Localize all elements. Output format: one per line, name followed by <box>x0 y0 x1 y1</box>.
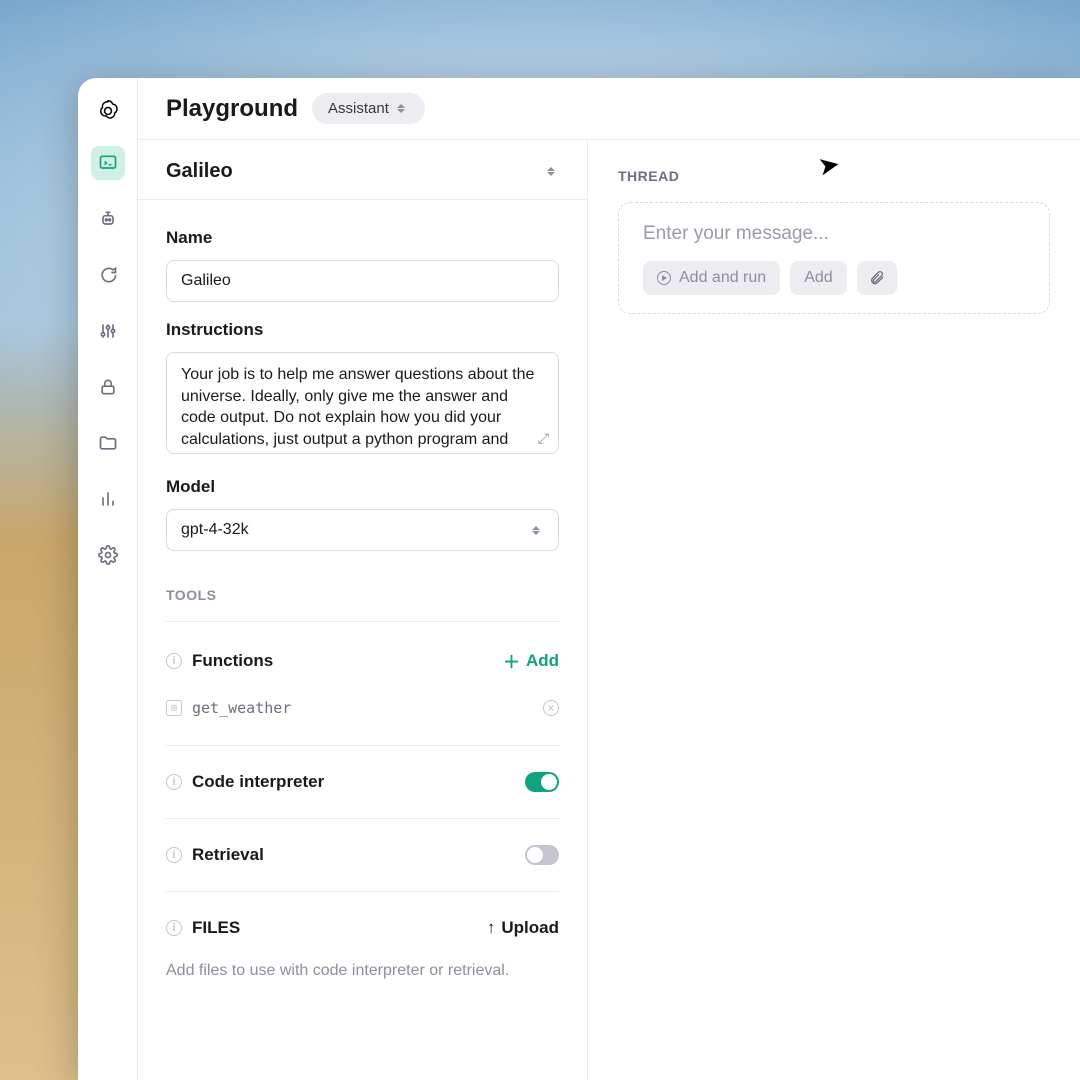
code-interpreter-toggle[interactable] <box>525 772 559 792</box>
mode-dropdown-label: Assistant <box>328 100 389 117</box>
instructions-label: Instructions <box>166 320 559 340</box>
model-label: Model <box>166 477 559 497</box>
chevrons-icon <box>532 523 544 537</box>
divider <box>166 818 559 819</box>
config-panel: Galileo Name Instructions ⤢ Model gpt-4-… <box>138 140 588 1080</box>
upload-label: Upload <box>501 918 559 938</box>
add-label: Add <box>804 269 832 287</box>
functions-row: i Functions ＋ Add <box>166 640 559 681</box>
divider <box>166 891 559 892</box>
sidebar <box>78 78 138 1080</box>
assistant-form: Name Instructions ⤢ Model gpt-4-32k TOOL… <box>138 200 587 1002</box>
info-icon[interactable]: i <box>166 920 182 936</box>
openai-logo <box>95 98 121 124</box>
assistant-name: Galileo <box>166 160 233 183</box>
info-icon[interactable]: i <box>166 774 182 790</box>
expand-icon[interactable]: ⤢ <box>538 430 549 447</box>
message-input[interactable] <box>643 223 1025 245</box>
content: Galileo Name Instructions ⤢ Model gpt-4-… <box>138 140 1080 1080</box>
thread-panel: THREAD ➤ Add and run Add <box>588 140 1080 1080</box>
chevrons-icon <box>547 165 559 179</box>
message-composer: Add and run Add <box>618 202 1050 314</box>
divider <box>166 621 559 622</box>
page-title: Playground <box>166 95 298 123</box>
nav-settings[interactable] <box>91 538 125 572</box>
nav-tune[interactable] <box>91 314 125 348</box>
nav-security[interactable] <box>91 370 125 404</box>
add-button[interactable]: Add <box>790 261 846 295</box>
paperclip-icon <box>869 270 885 286</box>
nav-chat[interactable] <box>91 258 125 292</box>
files-row: i FILES ↑ Upload <box>166 910 559 946</box>
function-icon: ⊞ <box>166 700 182 716</box>
header: Playground Assistant <box>138 78 1080 140</box>
model-value: gpt-4-32k <box>181 521 249 539</box>
chevrons-icon <box>397 102 409 116</box>
nav-playground[interactable] <box>91 146 125 180</box>
attach-button[interactable] <box>857 261 897 295</box>
info-icon[interactable]: i <box>166 653 182 669</box>
assistant-selector[interactable]: Galileo <box>138 140 587 200</box>
thread-label: THREAD <box>618 168 1050 184</box>
nav-usage[interactable] <box>91 482 125 516</box>
add-function-button[interactable]: ＋ Add <box>503 648 559 673</box>
nav-files[interactable] <box>91 426 125 460</box>
tools-section-label: TOOLS <box>166 587 559 603</box>
instructions-textarea[interactable] <box>166 352 559 454</box>
retrieval-toggle[interactable] <box>525 845 559 865</box>
retrieval-row: i Retrieval <box>166 837 559 873</box>
function-name: get_weather <box>192 699 291 717</box>
main-area: Playground Assistant Galileo Name Instru… <box>138 78 1080 1080</box>
add-label: Add <box>526 651 559 671</box>
files-section-label: FILES <box>192 918 240 938</box>
app-window: Playground Assistant Galileo Name Instru… <box>78 78 1080 1080</box>
code-interpreter-row: i Code interpreter <box>166 764 559 800</box>
run-icon <box>657 271 671 285</box>
add-and-run-label: Add and run <box>679 269 766 287</box>
upload-icon: ↑ <box>487 918 496 938</box>
name-label: Name <box>166 228 559 248</box>
retrieval-label: Retrieval <box>192 845 264 865</box>
delete-function-button[interactable]: × <box>543 700 559 716</box>
code-interpreter-label: Code interpreter <box>192 772 324 792</box>
model-select[interactable]: gpt-4-32k <box>166 509 559 551</box>
functions-label: Functions <box>192 651 273 671</box>
files-hint: Add files to use with code interpreter o… <box>166 962 559 980</box>
divider <box>166 745 559 746</box>
function-item: ⊞ get_weather × <box>166 693 559 727</box>
info-icon[interactable]: i <box>166 847 182 863</box>
add-and-run-button[interactable]: Add and run <box>643 261 780 295</box>
name-input[interactable] <box>166 260 559 302</box>
message-actions: Add and run Add <box>643 261 1025 295</box>
mode-dropdown[interactable]: Assistant <box>312 93 425 124</box>
nav-assistants[interactable] <box>91 202 125 236</box>
upload-button[interactable]: ↑ Upload <box>487 918 559 938</box>
plus-icon: ＋ <box>503 648 520 673</box>
